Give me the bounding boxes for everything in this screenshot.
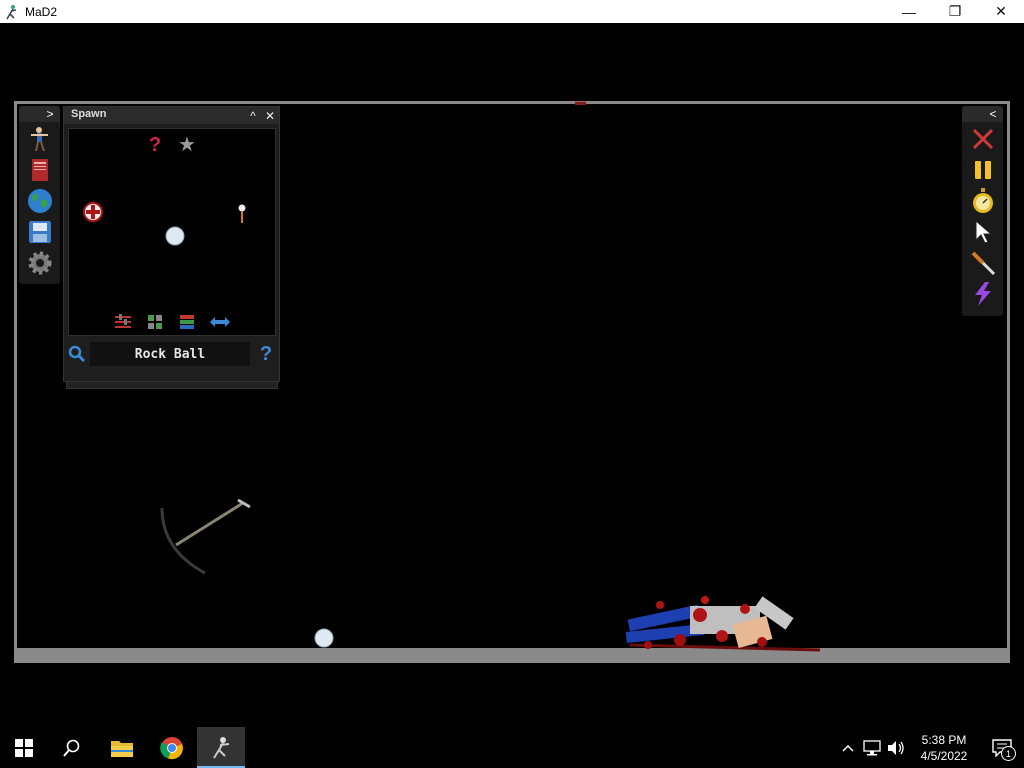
spawn-search-input[interactable]: Rock Ball bbox=[90, 342, 250, 366]
volume-icon[interactable] bbox=[884, 727, 908, 768]
mad2-app-icon bbox=[3, 3, 21, 21]
windows-taskbar: 5:38 PM 4/5/2022 1 bbox=[0, 727, 1024, 768]
help-icon[interactable]: ? bbox=[258, 342, 274, 366]
search-icon[interactable] bbox=[68, 345, 86, 363]
save-icon[interactable] bbox=[25, 218, 55, 246]
favorite-star-icon[interactable]: ★ bbox=[177, 134, 197, 156]
minimize-button[interactable]: — bbox=[886, 0, 932, 23]
taskbar-clock[interactable]: 5:38 PM 4/5/2022 bbox=[908, 732, 980, 764]
random-question-icon[interactable]: ? bbox=[145, 134, 165, 156]
grid-view-icon[interactable] bbox=[145, 313, 165, 331]
close-icon: ✕ bbox=[995, 3, 1007, 19]
match-pin-icon[interactable] bbox=[235, 203, 249, 225]
character-tool-icon[interactable] bbox=[25, 125, 55, 153]
settings-gear-icon[interactable] bbox=[25, 249, 55, 277]
list-view-icon[interactable] bbox=[177, 313, 197, 331]
collapse-toolbar-button[interactable]: < bbox=[986, 106, 1000, 122]
knife-icon[interactable] bbox=[968, 249, 998, 277]
chevron-up-icon[interactable] bbox=[836, 727, 860, 768]
minimize-icon: — bbox=[902, 3, 916, 20]
maximize-button[interactable]: ❐ bbox=[932, 0, 978, 23]
windows-logo-icon bbox=[15, 738, 33, 757]
right-toolbar: < bbox=[962, 106, 1003, 316]
start-button[interactable] bbox=[0, 727, 48, 768]
left-toolbar: > bbox=[19, 106, 60, 284]
mad2-app-icon bbox=[213, 736, 230, 759]
clock-time: 5:38 PM bbox=[921, 732, 967, 747]
first-aid-ball-icon[interactable] bbox=[82, 201, 104, 223]
chevron-up-icon: ^ bbox=[250, 108, 256, 123]
clock-date: 4/5/2022 bbox=[920, 748, 968, 763]
close-panel-button[interactable]: ✕ bbox=[262, 107, 278, 124]
stopwatch-icon[interactable] bbox=[968, 187, 998, 215]
book-icon[interactable] bbox=[25, 156, 55, 184]
right-toolbar-header: < bbox=[962, 106, 1003, 122]
window-title: MaD2 bbox=[25, 4, 58, 19]
system-tray: 5:38 PM 4/5/2022 1 bbox=[836, 727, 1024, 768]
chrome-button[interactable] bbox=[148, 727, 196, 768]
notification-count-badge: 1 bbox=[1001, 746, 1016, 761]
pause-icon[interactable] bbox=[968, 156, 998, 184]
mad2-taskbar-button[interactable] bbox=[197, 727, 245, 768]
cursor-icon[interactable] bbox=[968, 218, 998, 246]
map-edge-marker: ▬ bbox=[575, 96, 586, 108]
spawn-panel-title: Spawn bbox=[71, 108, 107, 120]
restore-icon: ❐ bbox=[948, 3, 962, 19]
globe-icon[interactable] bbox=[25, 187, 55, 215]
folder-icon bbox=[111, 740, 133, 757]
file-explorer-button[interactable] bbox=[98, 727, 146, 768]
swap-arrows-icon[interactable] bbox=[209, 313, 231, 331]
spawn-panel-header: Spawn ^ ✕ bbox=[64, 107, 279, 124]
delete-x-icon[interactable] bbox=[968, 125, 998, 153]
spawn-item-grid: ? ★ bbox=[68, 128, 276, 336]
search-button[interactable] bbox=[48, 727, 96, 768]
window-title-bar: MaD2 — ❐ ✕ bbox=[0, 0, 1024, 23]
network-icon[interactable] bbox=[860, 727, 884, 768]
left-toolbar-header: > bbox=[19, 106, 60, 122]
notification-center-button[interactable]: 1 bbox=[980, 727, 1024, 768]
chrome-icon bbox=[160, 736, 183, 759]
sliders-icon[interactable] bbox=[113, 313, 133, 331]
lightning-icon[interactable] bbox=[968, 280, 998, 308]
rock-ball-icon[interactable] bbox=[164, 225, 186, 247]
spawn-search-bar: Rock Ball ? bbox=[68, 340, 274, 368]
expand-toolbar-button[interactable]: > bbox=[43, 106, 57, 122]
spawn-panel-resize-bar[interactable] bbox=[66, 381, 278, 389]
close-icon: ✕ bbox=[264, 108, 276, 123]
search-icon bbox=[63, 739, 80, 757]
spawn-panel: Spawn ^ ✕ ? ★ Rock Ball ? bbox=[63, 106, 280, 389]
collapse-panel-button[interactable]: ^ bbox=[245, 107, 261, 124]
close-button[interactable]: ✕ bbox=[978, 0, 1024, 23]
